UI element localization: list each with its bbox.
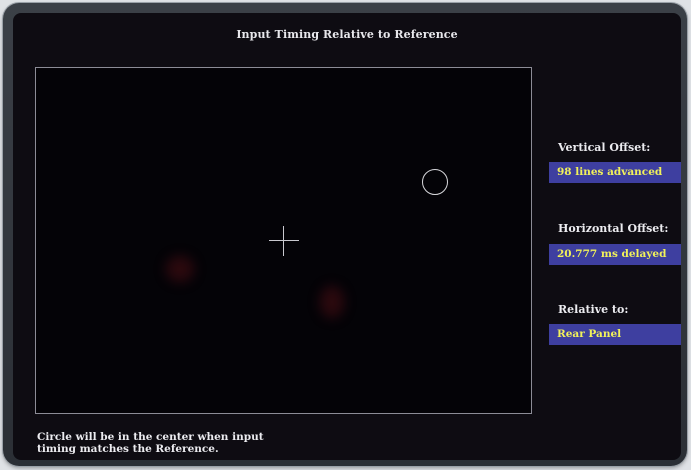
instruction-line-1: Circle will be in the center when input <box>37 431 264 443</box>
relative-to-value: Rear Panel <box>549 324 681 345</box>
timing-display-screen: Input Timing Relative to Reference Verti… <box>13 13 681 460</box>
relative-to-label: Relative to: <box>558 303 629 316</box>
display-bezel: Input Timing Relative to Reference Verti… <box>3 3 687 466</box>
vertical-offset-value: 98 lines advanced <box>549 162 681 183</box>
vertical-offset-label: Vertical Offset: <box>558 141 651 154</box>
phosphor-glow <box>320 286 344 318</box>
phosphor-glow <box>166 256 194 282</box>
instruction-text: Circle will be in the center when input … <box>37 431 264 455</box>
horizontal-offset-value: 20.777 ms delayed <box>549 244 681 265</box>
timing-plot-area <box>35 67 532 414</box>
crosshair-icon <box>269 226 299 256</box>
circle-target-icon <box>422 169 448 195</box>
instruction-line-2: timing matches the Reference. <box>37 443 219 455</box>
display-title: Input Timing Relative to Reference <box>236 28 458 41</box>
horizontal-offset-label: Horizontal Offset: <box>558 222 669 235</box>
